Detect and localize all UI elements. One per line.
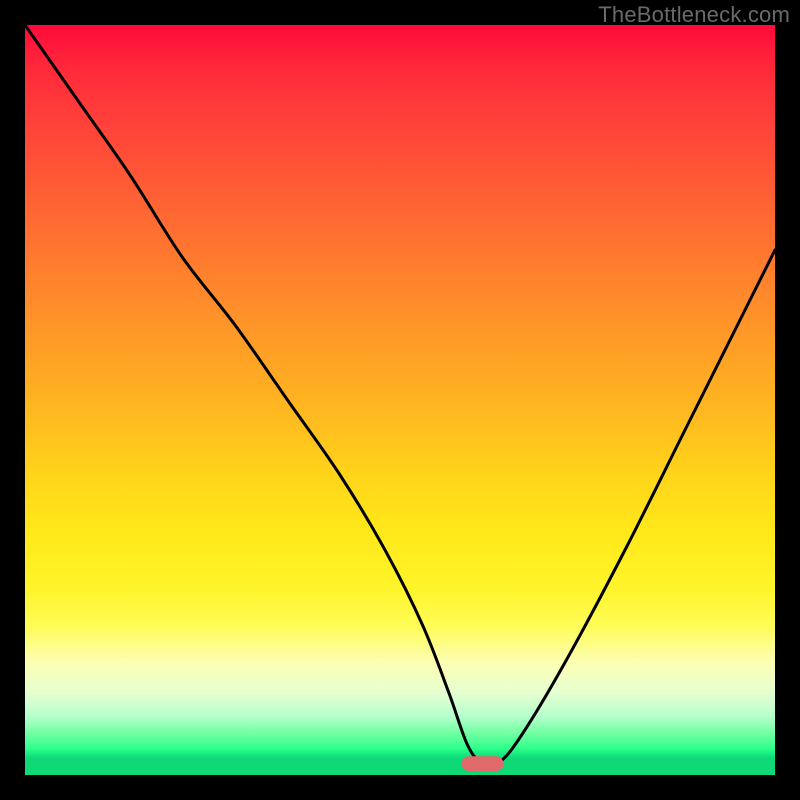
chart-frame: TheBottleneck.com (0, 0, 800, 800)
chart-svg (25, 25, 775, 775)
bottleneck-curve (25, 25, 775, 767)
watermark-label: TheBottleneck.com (598, 2, 790, 28)
plot-area (25, 25, 775, 775)
optimum-marker (462, 756, 504, 771)
